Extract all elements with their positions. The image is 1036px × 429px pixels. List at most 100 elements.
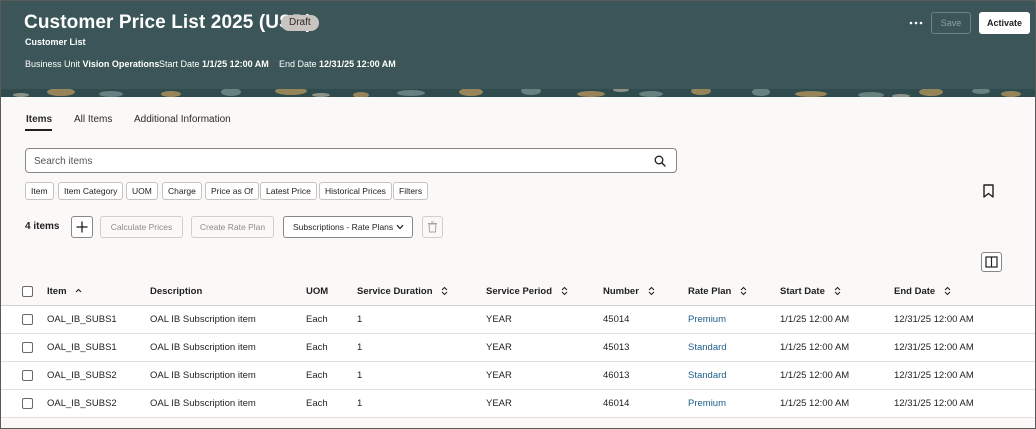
sort-icon: [561, 287, 568, 296]
business-unit-label: Business Unit: [25, 59, 81, 69]
service-duration-cell: 1: [357, 342, 363, 353]
column-header-label: Number: [603, 286, 639, 297]
filter-chip-historical-prices[interactable]: Historical Prices: [319, 182, 392, 200]
service-duration-cell: 1: [357, 398, 363, 409]
column-header-service-duration[interactable]: Service Duration: [357, 278, 448, 306]
search-icon[interactable]: [654, 155, 666, 167]
tab-additional-information[interactable]: Additional Information: [134, 114, 231, 125]
table-row[interactable]: OAL_IB_SUBS1 OAL IB Subscription item Ea…: [1, 306, 1035, 334]
sort-icon: [944, 287, 951, 296]
uom-cell: Each: [306, 370, 328, 381]
filter-chip-item[interactable]: Item: [25, 182, 54, 200]
start-date-cell: 1/1/25 12:00 AM: [780, 370, 850, 381]
search-input[interactable]: [34, 153, 634, 169]
activate-button[interactable]: Activate: [979, 12, 1030, 34]
number-cell: 46013: [603, 370, 630, 381]
select-all-checkbox[interactable]: [22, 286, 33, 297]
column-header-number[interactable]: Number: [603, 278, 655, 306]
filter-chip-charge[interactable]: Charge: [162, 182, 202, 200]
filter-chip-uom[interactable]: UOM: [126, 182, 158, 200]
number-cell: 46014: [603, 398, 630, 409]
view-select[interactable]: Subscriptions - Rate Plans: [283, 216, 413, 238]
end-date-cell: 12/31/25 12:00 AM: [894, 398, 974, 409]
item-cell: OAL_IB_SUBS1: [47, 314, 117, 325]
service-duration-cell: 1: [357, 370, 363, 381]
trash-icon: [428, 221, 437, 233]
row-checkbox[interactable]: [22, 314, 33, 325]
start-date-label: Start Date: [159, 59, 200, 69]
columns-icon: [985, 256, 998, 268]
sort-icon: [441, 287, 448, 296]
number-cell: 45014: [603, 314, 630, 325]
column-header-rate-plan[interactable]: Rate Plan: [688, 278, 747, 306]
column-header-label: Rate Plan: [688, 286, 732, 297]
item-cell: OAL_IB_SUBS2: [47, 398, 117, 409]
rate-plan-link[interactable]: Standard: [688, 362, 727, 390]
description-cell: OAL IB Subscription item: [150, 398, 256, 409]
filter-chip-price-as-of[interactable]: Price as Of: [205, 182, 260, 200]
column-header-label: Item: [47, 286, 67, 297]
end-date-label: End Date: [279, 59, 317, 69]
end-date-meta: End Date 12/31/25 12:00 AM: [279, 59, 396, 69]
description-cell: OAL IB Subscription item: [150, 370, 256, 381]
chevron-down-icon: [396, 224, 404, 230]
decorative-banner: [1, 89, 1035, 97]
filter-chip-latest-price[interactable]: Latest Price: [260, 182, 317, 200]
active-tab-indicator: [25, 129, 52, 131]
create-rate-plan-button[interactable]: Create Rate Plan: [191, 216, 274, 238]
start-date-cell: 1/1/25 12:00 AM: [780, 342, 850, 353]
service-duration-cell: 1: [357, 314, 363, 325]
table-row[interactable]: OAL_IB_SUBS1 OAL IB Subscription item Ea…: [1, 334, 1035, 362]
column-header-label: Start Date: [780, 286, 825, 297]
rate-plan-link[interactable]: Standard: [688, 334, 727, 362]
sort-ascending-icon: [75, 289, 82, 293]
description-cell: OAL IB Subscription item: [150, 314, 256, 325]
business-unit-value: Vision Operations: [82, 59, 160, 69]
end-date-cell: 12/31/25 12:00 AM: [894, 314, 974, 325]
table-row[interactable]: OAL_IB_SUBS2 OAL IB Subscription item Ea…: [1, 390, 1035, 418]
delete-button[interactable]: [422, 216, 443, 238]
row-checkbox[interactable]: [22, 370, 33, 381]
end-date-cell: 12/31/25 12:00 AM: [894, 342, 974, 353]
number-cell: 45013: [603, 342, 630, 353]
save-button[interactable]: Save: [931, 12, 971, 34]
column-header-description: Description: [150, 286, 203, 297]
column-header-label: Service Period: [486, 286, 553, 297]
filter-chip-item-category[interactable]: Item Category: [58, 182, 124, 200]
bookmark-icon[interactable]: [983, 184, 994, 198]
column-header-service-period[interactable]: Service Period: [486, 278, 568, 306]
more-actions-button[interactable]: [906, 13, 926, 33]
column-header-end-date[interactable]: End Date: [894, 278, 951, 306]
start-date-cell: 1/1/25 12:00 AM: [780, 314, 850, 325]
start-date-meta: Start Date 1/1/25 12:00 AM: [159, 59, 269, 69]
filter-chip-filters[interactable]: Filters: [393, 182, 429, 200]
page-header: Customer Price List 2025 (USD) Draft Cus…: [1, 1, 1035, 89]
rate-plan-link[interactable]: Premium: [688, 306, 726, 334]
calculate-prices-button[interactable]: Calculate Prices: [100, 216, 183, 238]
column-header-item[interactable]: Item: [47, 278, 82, 306]
item-cell: OAL_IB_SUBS2: [47, 370, 117, 381]
more-horizontal-icon: [909, 21, 923, 25]
row-checkbox[interactable]: [22, 342, 33, 353]
uom-cell: Each: [306, 398, 328, 409]
end-date-cell: 12/31/25 12:00 AM: [894, 370, 974, 381]
table-header-row: Item Description UOM Service Duration Se…: [1, 278, 1035, 306]
leaf-pattern-graphic: [1, 89, 1035, 97]
tab-items[interactable]: Items: [26, 114, 52, 125]
service-period-cell: YEAR: [486, 370, 512, 381]
tab-all-items[interactable]: All Items: [74, 114, 112, 125]
description-cell: OAL IB Subscription item: [150, 342, 256, 353]
sort-icon: [648, 287, 654, 296]
rate-plan-link[interactable]: Premium: [688, 390, 726, 418]
column-header-start-date[interactable]: Start Date: [780, 278, 841, 306]
app-frame: Customer Price List 2025 (USD) Draft Cus…: [0, 0, 1036, 429]
business-unit-meta: Business Unit Vision Operations: [25, 59, 159, 69]
table-row[interactable]: OAL_IB_SUBS2 OAL IB Subscription item Ea…: [1, 362, 1035, 390]
row-checkbox[interactable]: [22, 398, 33, 409]
sort-icon: [740, 287, 747, 296]
uom-cell: Each: [306, 342, 328, 353]
add-item-button[interactable]: [71, 216, 93, 238]
uom-cell: Each: [306, 314, 328, 325]
column-layout-button[interactable]: [981, 252, 1002, 272]
search-box: [25, 148, 677, 173]
